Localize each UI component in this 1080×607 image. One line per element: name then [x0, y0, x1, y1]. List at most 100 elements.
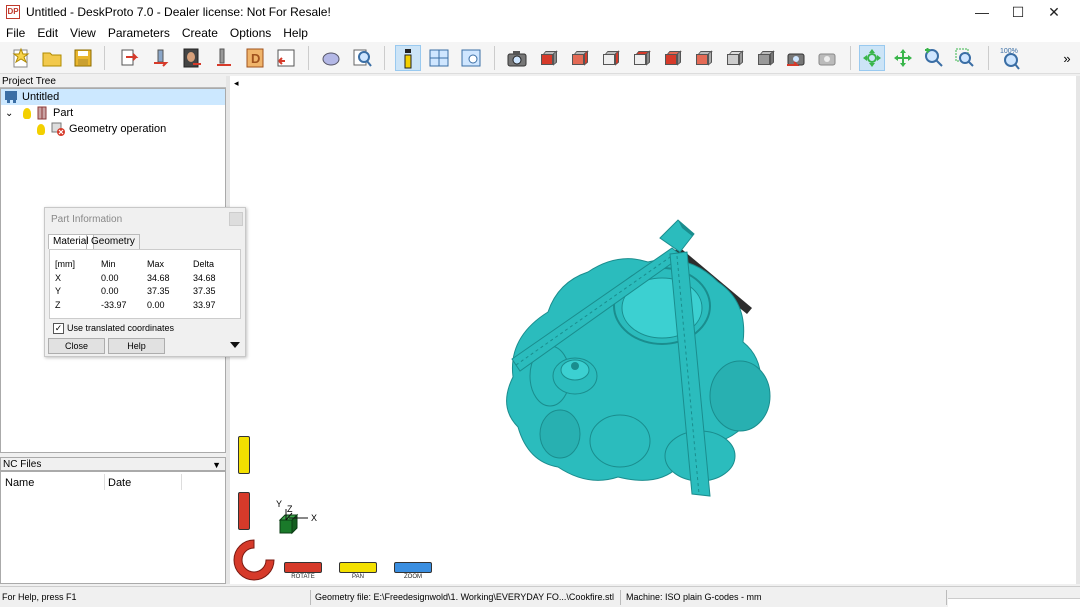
column-header-name[interactable]: Name [5, 477, 34, 489]
view-iso-button[interactable] [721, 45, 747, 71]
nc-files-title: NC Files [3, 459, 42, 470]
bitmap-image-icon [183, 48, 201, 68]
row-y-max: 37.35 [147, 286, 170, 296]
view-front-button[interactable] [535, 45, 561, 71]
nc-files-dropdown-icon[interactable]: ▼ [212, 458, 221, 472]
tree-part-label: Part [53, 107, 74, 119]
folder-icon [42, 52, 62, 67]
toolbar-overflow-button[interactable]: » [1058, 45, 1076, 71]
cube-front-icon [539, 50, 558, 66]
view-top-button[interactable] [659, 45, 685, 71]
save-project-button[interactable] [70, 45, 96, 71]
rotate-wheel-icon[interactable] [232, 538, 276, 584]
view-bottom-button[interactable] [690, 45, 716, 71]
new-project-button[interactable] [8, 45, 34, 71]
cube-iso-icon [725, 50, 744, 66]
geometry-layer-button[interactable]: D [242, 45, 268, 71]
zoom-mode-button[interactable] [921, 45, 947, 71]
lightbulb-icon[interactable] [37, 123, 45, 135]
menu-edit[interactable]: Edit [31, 26, 64, 40]
camera-view-button[interactable] [504, 45, 530, 71]
row-x-max: 34.68 [147, 273, 170, 283]
part-parameters-button[interactable] [148, 45, 174, 71]
menu-parameters[interactable]: Parameters [102, 26, 176, 40]
expand-dialog-icon[interactable] [230, 342, 240, 348]
tree-item-project[interactable]: Untitled [1, 89, 225, 105]
new-document-icon [12, 47, 30, 68]
pan-slider[interactable] [339, 562, 377, 573]
menu-file[interactable]: File [0, 26, 31, 40]
status-help-text: For Help, press F1 [2, 592, 77, 602]
cube-bottom-icon [694, 50, 713, 66]
3d-viewport[interactable]: ◂ ROTATE PAN ZOOM Y Z X [230, 76, 1076, 584]
bitmap-button[interactable] [179, 45, 205, 71]
zoom-window-button[interactable] [952, 45, 978, 71]
pan-mode-button[interactable] [890, 45, 916, 71]
zoom-100-icon: 100% [1000, 48, 1020, 70]
save-nc-icon [277, 49, 295, 67]
tab-geometry[interactable]: Geometry [86, 234, 140, 249]
open-project-button[interactable] [39, 45, 65, 71]
next-view-button[interactable] [814, 45, 840, 71]
load-geometry-button[interactable] [116, 45, 142, 71]
project-tree-header: Project Tree [0, 76, 226, 88]
part-info-button[interactable] [395, 45, 421, 71]
vertical-pan-slider[interactable] [238, 436, 250, 474]
lightbulb-icon[interactable] [23, 107, 31, 119]
write-nc-button[interactable] [273, 45, 299, 71]
view-back-button[interactable] [566, 45, 592, 71]
window-grid-icon [429, 49, 449, 67]
view-default-button[interactable] [752, 45, 778, 71]
row-y-min: 0.00 [101, 286, 119, 296]
menu-create[interactable]: Create [176, 26, 224, 40]
previous-view-button[interactable] [783, 45, 809, 71]
part-icon [154, 49, 169, 67]
machine-tool-icon [217, 48, 231, 66]
menu-options[interactable]: Options [224, 26, 277, 40]
part-icon [37, 106, 47, 120]
rotate-mode-button[interactable] [859, 45, 885, 71]
rotate-slider[interactable] [284, 562, 322, 573]
simulate-button[interactable] [349, 45, 375, 71]
expand-chevron-icon[interactable]: ⌄ [5, 108, 17, 119]
machine-button[interactable] [211, 45, 237, 71]
save-disk-icon [74, 49, 92, 67]
title-bar: DP Untitled - DeskProto 7.0 - Dealer lic… [0, 0, 1080, 24]
maximize-button[interactable]: ☐ [1000, 0, 1036, 24]
magnifier-document-icon [353, 49, 372, 67]
dialog-title: Part Information [51, 214, 123, 225]
cube-left-icon [601, 50, 620, 66]
info-icon [404, 49, 412, 69]
close-window-button[interactable]: ✕ [1036, 0, 1072, 24]
view-right-button[interactable] [628, 45, 654, 71]
row-z-label: Z [55, 300, 61, 310]
window-title: Untitled - DeskProto 7.0 - Dealer licens… [26, 5, 331, 19]
svg-text:D: D [251, 51, 260, 66]
zoom-100-button[interactable]: 100% [998, 45, 1024, 71]
load-geometry-icon [121, 49, 139, 66]
tree-operation-label: Geometry operation [69, 123, 167, 135]
rotate-arrows-icon [863, 49, 881, 67]
tree-item-part[interactable]: ⌄ Part [5, 105, 73, 121]
erase-button[interactable] [318, 45, 344, 71]
cube-back-icon [570, 50, 589, 66]
view-properties-button[interactable] [458, 45, 484, 71]
window-zoom-icon [461, 49, 481, 67]
project-icon [5, 91, 17, 103]
translated-coordinates-checkbox[interactable]: ✓ [53, 323, 64, 334]
vertical-zoom-slider[interactable] [238, 492, 250, 530]
tree-item-geometry-operation[interactable]: Geometry operation [37, 121, 166, 137]
3d-model-cookfire[interactable] [230, 76, 1076, 584]
zoom-slider[interactable] [394, 562, 432, 573]
column-header-date[interactable]: Date [108, 477, 131, 489]
nc-files-list[interactable]: Name Date [0, 471, 226, 584]
menu-help[interactable]: Help [277, 26, 314, 40]
dialog-close-icon[interactable] [229, 212, 243, 226]
viewport-layout-button[interactable] [426, 45, 452, 71]
view-left-button[interactable] [597, 45, 623, 71]
minimize-button[interactable]: — [964, 0, 1000, 24]
cube-right-icon [632, 50, 651, 66]
close-button[interactable]: Close [48, 338, 105, 354]
help-button[interactable]: Help [108, 338, 165, 354]
menu-view[interactable]: View [64, 26, 102, 40]
